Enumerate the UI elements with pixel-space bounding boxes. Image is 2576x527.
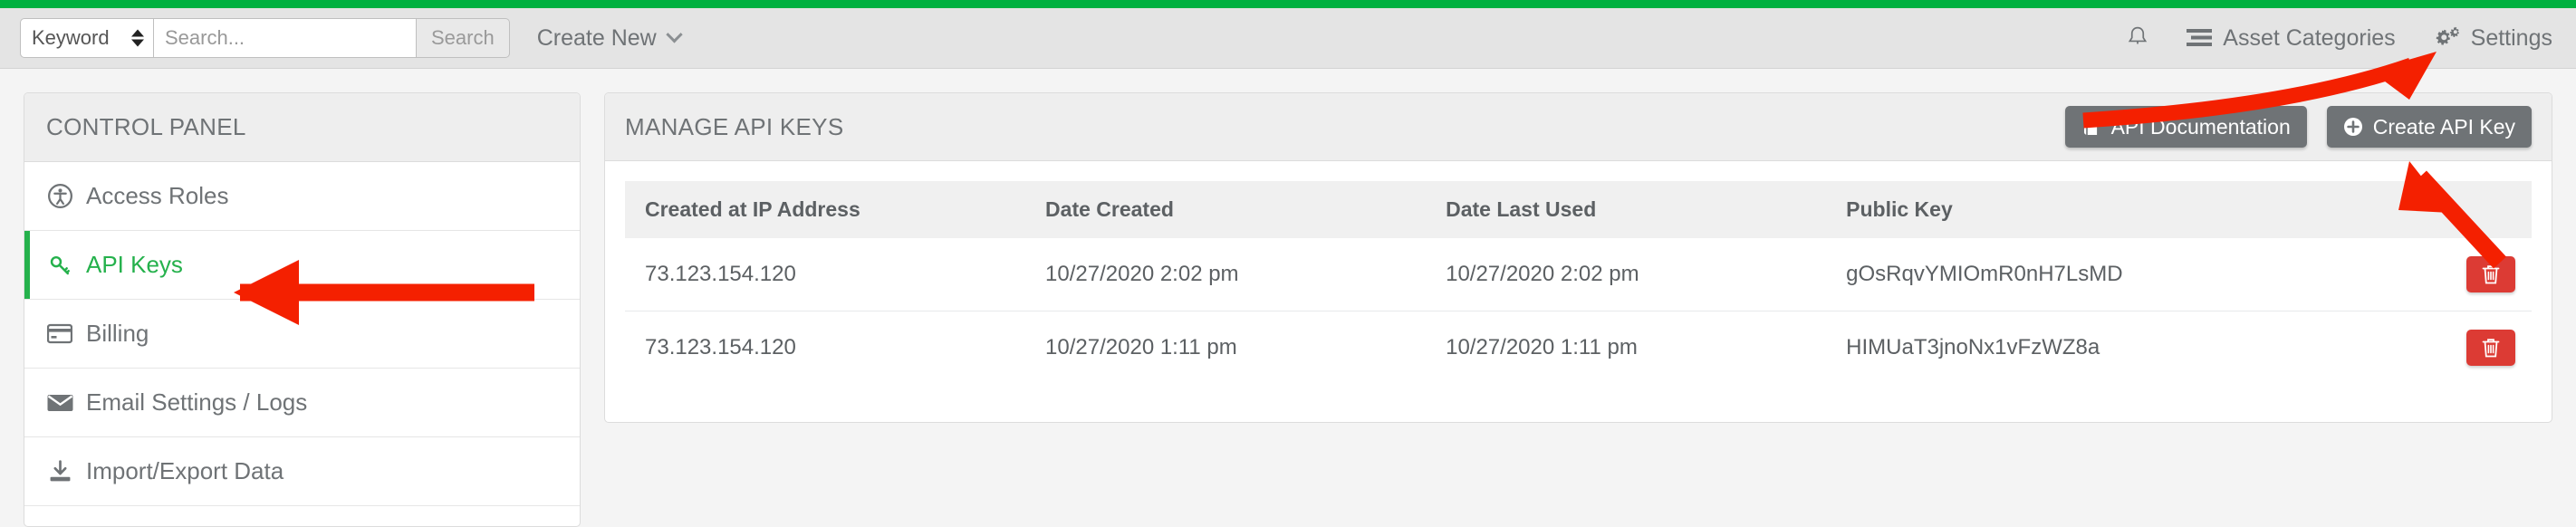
table-row: 73.123.154.120 10/27/2020 2:02 pm 10/27/… [625,238,2532,311]
page-body: CONTROL PANEL Access Roles API Keys Bill… [0,69,2576,527]
search-button[interactable]: Search [417,18,510,58]
cell-ip: 73.123.154.120 [625,238,1026,311]
create-api-key-label: Create API Key [2372,114,2515,139]
control-panel-sidebar: CONTROL PANEL Access Roles API Keys Bill… [24,92,581,527]
cell-date-last-used: 10/27/2020 1:11 pm [1446,335,1638,359]
sidebar-item-label: Import/Export Data [86,457,284,484]
book-icon [2083,119,2097,135]
key-icon [46,253,73,277]
search-input[interactable] [154,18,417,58]
cell-ip: 73.123.154.120 [645,335,796,359]
table-body: 73.123.154.120 10/27/2020 2:02 pm 10/27/… [625,238,2532,384]
sidebar-item-email-settings-logs[interactable]: Email Settings / Logs [24,369,580,437]
sidebar-item-label: Billing [86,320,149,347]
header-left-group: Keyword Search Create New [20,18,683,58]
cell-actions [2341,311,2532,385]
cell-date-last-used: 10/27/2020 2:02 pm [1426,238,1827,311]
keyword-select[interactable]: Keyword [20,18,154,58]
column-header-date-created: Date Created [1025,181,1427,238]
credit-card-icon [46,323,73,344]
list-icon [2187,29,2213,46]
create-new-label: Create New [536,24,657,51]
cell-date-created: 10/27/2020 1:11 pm [1045,335,1237,359]
table-row: 73.123.154.120 10/27/2020 1:11 pm 10/27/… [625,311,2532,385]
panel-header: MANAGE API KEYS API Documentation Create… [605,93,2552,161]
trash-icon [2482,265,2500,284]
notifications-button[interactable] [2126,25,2149,51]
api-documentation-button[interactable]: API Documentation [2064,106,2307,148]
sidebar-item-access-roles[interactable]: Access Roles [24,162,580,231]
sidebar-item-billing[interactable]: Billing [24,300,580,369]
top-accent-bar [0,0,2576,8]
page-title: MANAGE API KEYS [625,112,844,140]
column-header-date-last-used: Date Last Used [1426,181,1827,238]
cell-actions [2341,238,2532,311]
envelope-icon [46,393,73,413]
panel-header-actions: API Documentation Create API Key [2064,106,2532,148]
create-api-key-button[interactable]: Create API Key [2326,106,2532,148]
delete-api-key-button[interactable] [2466,256,2515,292]
column-header-public-key: Public Key [1826,181,2341,238]
sidebar-item-import-export-data[interactable]: Import/Export Data [24,437,580,506]
column-header-actions [2341,181,2532,238]
settings-label: Settings [2470,24,2552,51]
header-right-group: Asset Categories Settings [2126,25,2552,52]
settings-link[interactable]: Settings [2432,25,2552,52]
manage-api-keys-panel: MANAGE API KEYS API Documentation Create… [604,92,2552,423]
app-header: Keyword Search Create New [0,8,2576,69]
sidebar-title: CONTROL PANEL [24,93,580,162]
cell-public-key: gOsRqvYMIOmR0nH7LsMD [1826,238,2341,311]
column-header-ip: Created at IP Address [625,181,1026,238]
delete-api-key-button[interactable] [2466,330,2515,366]
sidebar-item-api-keys[interactable]: API Keys [24,231,580,300]
api-documentation-label: API Documentation [2110,114,2291,139]
api-keys-table: Created at IP Address Date Created Date … [625,181,2532,384]
table-header-row: Created at IP Address Date Created Date … [625,181,2532,238]
trash-icon [2482,339,2500,358]
keyword-select-wrapper[interactable]: Keyword [20,18,154,58]
api-keys-table-wrapper: Created at IP Address Date Created Date … [605,161,2552,384]
cell-date-created: 10/27/2020 2:02 pm [1025,238,1427,311]
plus-circle-icon [2343,118,2362,136]
download-icon [46,460,73,483]
sidebar-item-label: Email Settings / Logs [86,388,308,416]
sidebar-item-label: Access Roles [86,182,229,209]
sidebar-item-label: API Keys [86,251,183,278]
bell-icon [2129,26,2148,44]
chevron-down-icon [666,25,683,43]
asset-categories-label: Asset Categories [2223,24,2396,51]
accessibility-icon [46,184,73,208]
asset-categories-link[interactable]: Asset Categories [2186,24,2396,52]
gears-icon [2436,26,2459,45]
cell-public-key: HIMUaT3jnoNx1vFzWZ8a [1846,335,2100,359]
table-head: Created at IP Address Date Created Date … [625,181,2532,238]
create-new-menu[interactable]: Create New [536,24,683,52]
